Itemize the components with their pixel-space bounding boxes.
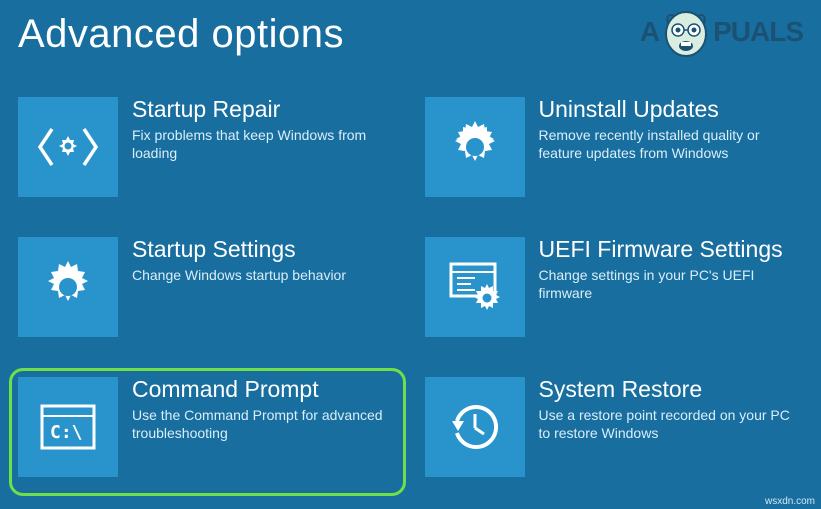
startup-settings-tile[interactable]: Startup Settings Change Windows startup … xyxy=(18,237,397,347)
options-grid: Startup Repair Fix problems that keep Wi… xyxy=(0,57,821,487)
credit-text: wsxdn.com xyxy=(765,496,815,507)
startup-settings-title: Startup Settings xyxy=(132,237,346,262)
command-prompt-tile[interactable]: C:\ Command Prompt Use the Command Promp… xyxy=(9,368,406,496)
uefi-firmware-title: UEFI Firmware Settings xyxy=(539,237,794,262)
uefi-firmware-desc: Change settings in your PC's UEFI firmwa… xyxy=(539,266,794,302)
gear-icon xyxy=(425,97,525,197)
restore-icon xyxy=(425,377,525,477)
svg-text:C:\: C:\ xyxy=(50,422,83,443)
uninstall-updates-desc: Remove recently installed quality or fea… xyxy=(539,126,794,162)
gear-icon xyxy=(18,237,118,337)
command-prompt-desc: Use the Command Prompt for advanced trou… xyxy=(132,406,387,442)
command-prompt-icon: C:\ xyxy=(18,377,118,477)
startup-repair-title: Startup Repair xyxy=(132,97,387,122)
uninstall-updates-title: Uninstall Updates xyxy=(539,97,794,122)
uninstall-updates-tile[interactable]: Uninstall Updates Remove recently instal… xyxy=(425,97,804,207)
startup-repair-tile[interactable]: Startup Repair Fix problems that keep Wi… xyxy=(18,97,397,207)
system-restore-desc: Use a restore point recorded on your PC … xyxy=(539,406,794,442)
watermark-suffix: PUALS xyxy=(713,16,803,48)
system-restore-tile[interactable]: System Restore Use a restore point recor… xyxy=(425,377,804,487)
watermark-prefix: A xyxy=(640,16,659,48)
watermark-logo: A PUALS xyxy=(640,6,803,58)
mascot-icon xyxy=(663,6,709,58)
startup-repair-desc: Fix problems that keep Windows from load… xyxy=(132,126,387,162)
startup-repair-icon xyxy=(18,97,118,197)
uefi-firmware-tile[interactable]: UEFI Firmware Settings Change settings i… xyxy=(425,237,804,347)
firmware-icon xyxy=(425,237,525,337)
startup-settings-desc: Change Windows startup behavior xyxy=(132,266,346,284)
system-restore-title: System Restore xyxy=(539,377,794,402)
command-prompt-title: Command Prompt xyxy=(132,377,387,402)
